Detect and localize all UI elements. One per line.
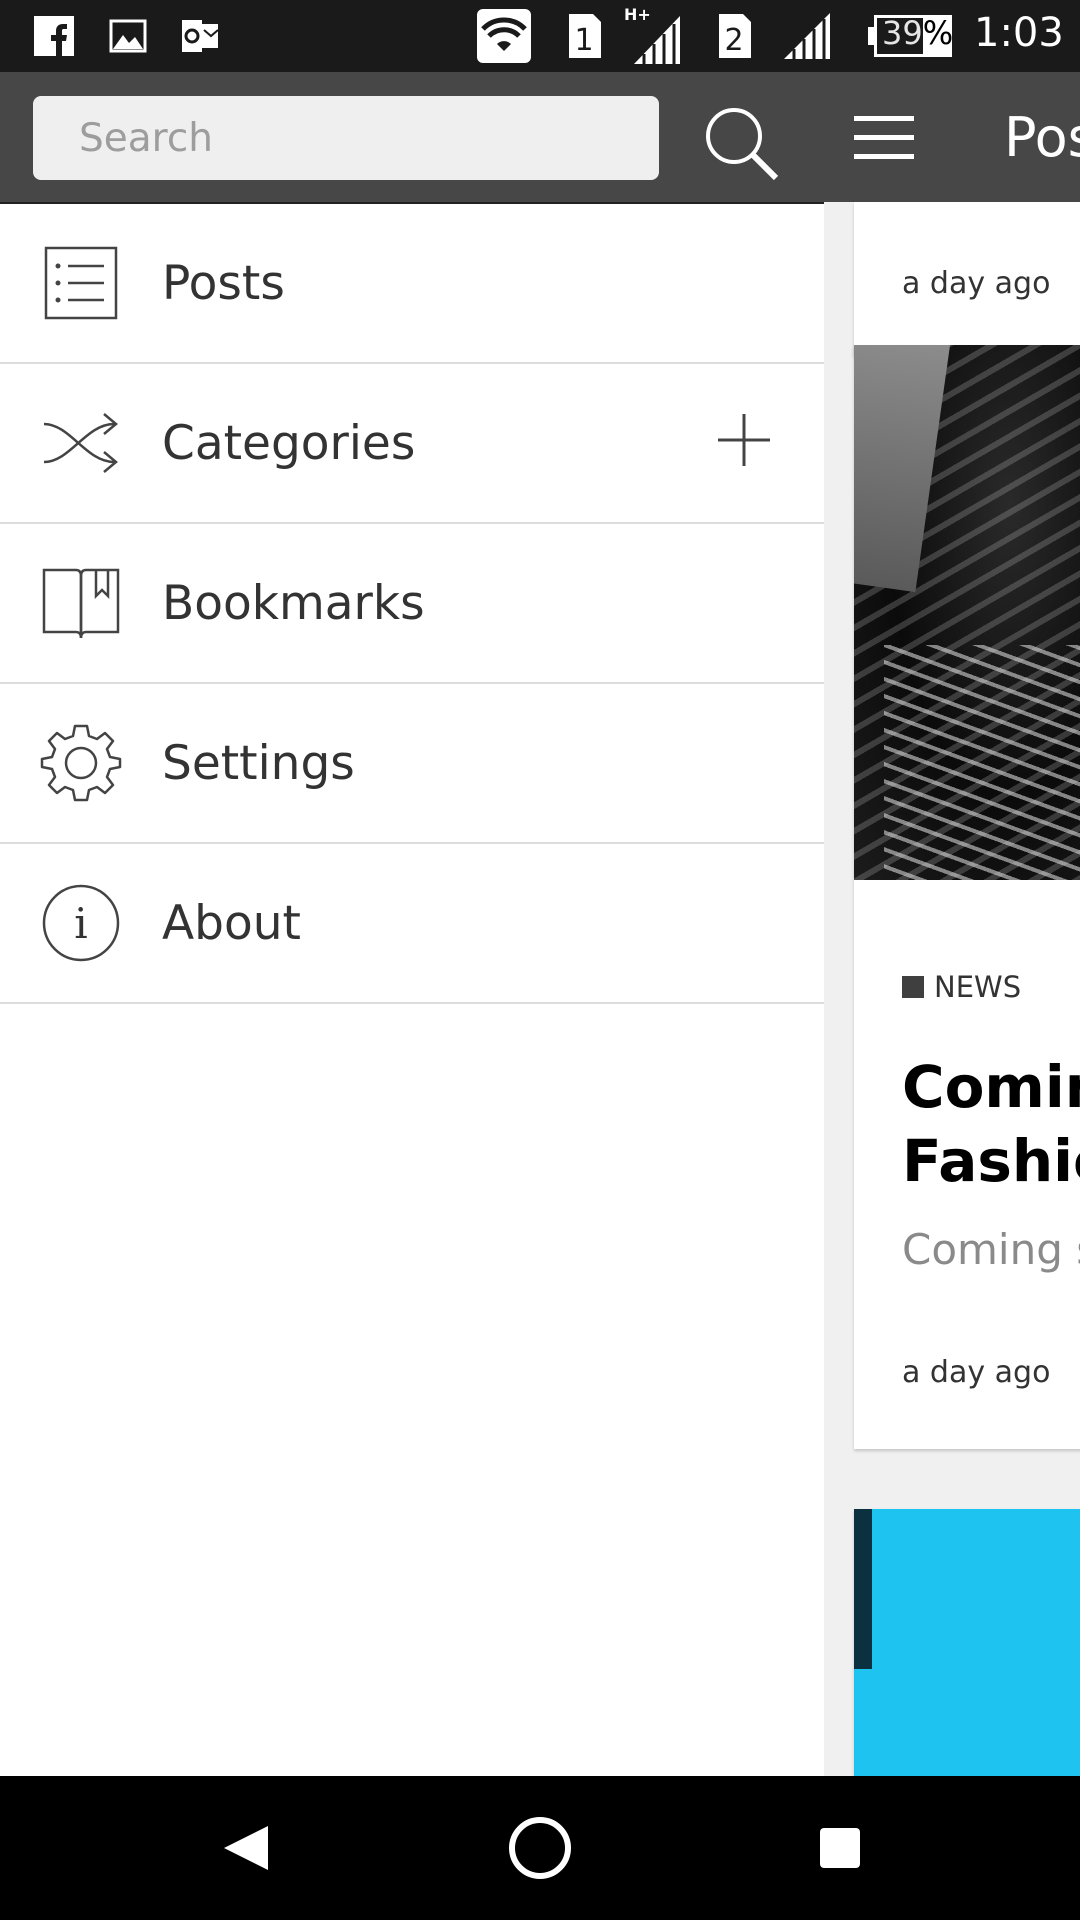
category-square-icon [902, 976, 924, 998]
post-category[interactable]: NEWS [902, 970, 1021, 1004]
sim1-signal-icon: H+ [622, 0, 682, 72]
navigation-drawer: Posts Categories Bookmarks Settings i Ab… [0, 204, 824, 1776]
menu-item-categories[interactable]: Categories [0, 364, 824, 524]
sim1-icon: 1 [564, 0, 604, 72]
page-title: Posts [1004, 105, 1080, 169]
facebook-icon [32, 0, 76, 72]
post-title[interactable]: Coming Fashion [902, 1050, 1080, 1198]
menu-item-posts[interactable]: Posts [0, 204, 824, 364]
svg-text:2: 2 [724, 23, 743, 58]
recents-icon[interactable] [800, 1808, 880, 1888]
list-icon [40, 242, 122, 324]
menu-label-settings: Settings [162, 735, 355, 791]
back-icon[interactable] [204, 1808, 284, 1888]
search-input[interactable]: Search [33, 96, 659, 180]
hamburger-icon[interactable] [854, 116, 914, 160]
svg-text:i: i [74, 899, 87, 948]
shuffle-icon [40, 402, 122, 484]
book-bookmark-icon [40, 562, 122, 644]
post-image[interactable] [854, 1509, 1080, 1776]
clock: 1:03 [974, 10, 1064, 56]
svg-text:H+: H+ [624, 6, 651, 24]
drawer-header: Search [0, 72, 824, 204]
image-icon [106, 0, 150, 72]
post-card[interactable] [854, 1509, 1080, 1776]
svg-text:1: 1 [574, 23, 593, 58]
menu-item-settings[interactable]: Settings [0, 684, 824, 844]
post-title-line-1: Coming [902, 1053, 1080, 1121]
menu-item-about[interactable]: i About [0, 844, 824, 1004]
menu-label-categories: Categories [162, 415, 416, 471]
post-card[interactable]: NEWS Coming Fashion Coming so a day ago [854, 345, 1080, 1449]
main-content: Posts a day ago NEWS Coming Fashion Comi… [824, 72, 1080, 1776]
post-time: a day ago [902, 1355, 1051, 1390]
post-title-line-2: Fashion [902, 1127, 1080, 1195]
plus-icon[interactable] [716, 412, 772, 468]
home-icon[interactable] [500, 1808, 580, 1888]
battery-percent: 39% [882, 14, 954, 52]
sim2-signal-icon [782, 0, 832, 72]
status-bar: 1 H+ 2 39% 1:03 [0, 0, 1080, 72]
gear-icon [40, 722, 122, 804]
menu-label-bookmarks: Bookmarks [162, 575, 425, 631]
category-label: NEWS [934, 970, 1022, 1004]
wifi-icon [476, 0, 532, 72]
sim2-icon: 2 [714, 0, 754, 72]
post-time: a day ago [902, 266, 1051, 301]
outlook-icon [178, 0, 222, 72]
post-excerpt: Coming so [902, 1225, 1080, 1274]
menu-label-posts: Posts [162, 255, 285, 311]
post-image[interactable] [854, 345, 1080, 880]
info-icon: i [40, 882, 122, 964]
menu-item-bookmarks[interactable]: Bookmarks [0, 524, 824, 684]
main-toolbar: Posts [824, 72, 1080, 202]
post-card[interactable]: a day ago [854, 202, 1080, 356]
navigation-bar [0, 1776, 1080, 1920]
search-icon[interactable] [700, 102, 780, 182]
menu-label-about: About [162, 895, 301, 951]
